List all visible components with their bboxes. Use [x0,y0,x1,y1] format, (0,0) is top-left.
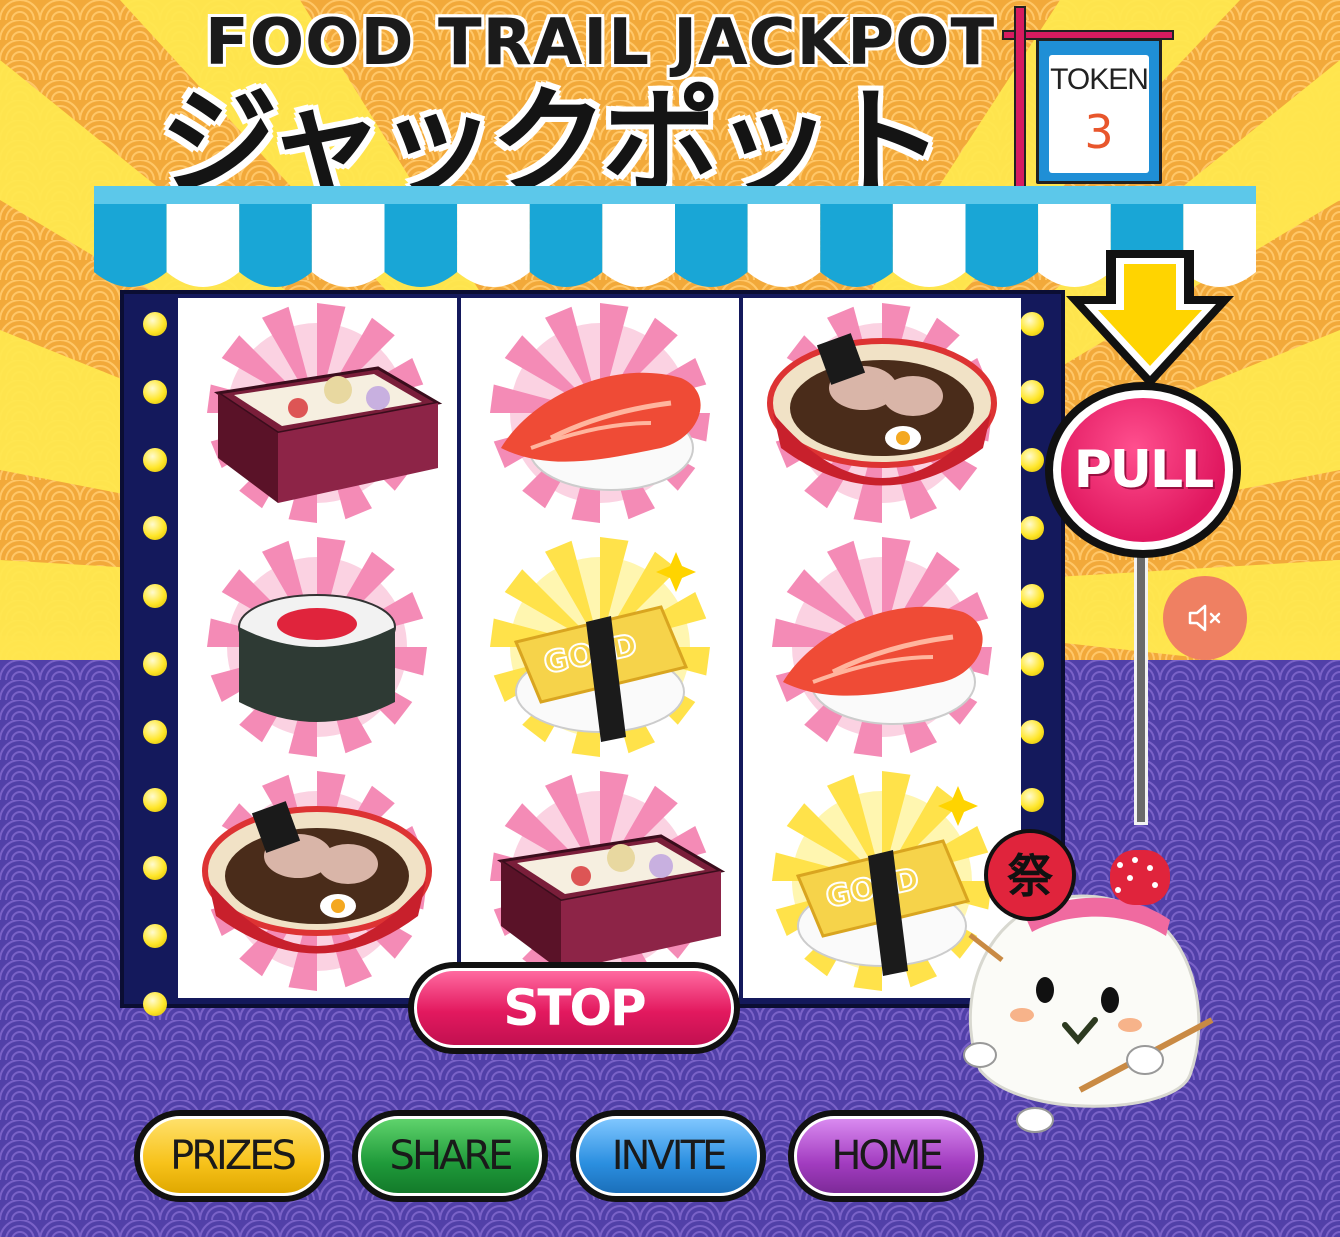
light-bulb [143,720,167,744]
token-card: TOKEN 3 [1049,55,1149,173]
salmon-nigiri-icon [461,298,739,528]
stop-label: STOP [414,968,734,1048]
light-bulb [143,992,167,1016]
light-bulbs-left [140,312,170,1016]
light-bulb [1020,788,1044,812]
token-banner: TOKEN 3 [1036,38,1162,184]
salmon-nigiri-icon [743,532,1021,762]
slot-machine: GOLD GOLD [120,290,1065,1016]
prizes-label: PRIZES [140,1116,324,1196]
reel-2: GOLD [461,298,739,998]
bento-box-icon [178,298,456,528]
fan-glyph: 祭 [1007,849,1054,903]
token-label: TOKEN [1050,63,1149,96]
prizes-button[interactable]: PRIZES [134,1110,330,1202]
token-count: 3 [1084,105,1114,159]
light-bulb [143,448,167,472]
light-bulb [1020,720,1044,744]
light-bulb [1020,312,1044,336]
gold-tamago-nigiri-icon: GOLD [461,532,739,762]
light-bulb [1020,380,1044,404]
game-title: FOOD TRAIL JACKPOT [205,6,996,80]
ramen-bowl-icon [178,766,456,996]
light-bulb [143,652,167,676]
reel-1 [178,298,456,998]
light-bulb [143,516,167,540]
ramen-bowl-icon [743,298,1021,528]
light-bulb [143,380,167,404]
share-label: SHARE [358,1116,542,1196]
sushi-roll-icon [178,532,456,762]
share-button[interactable]: SHARE [352,1110,548,1202]
light-bulb [143,584,167,608]
pull-button-ring: PULL [1053,390,1233,550]
invite-label: INVITE [576,1116,760,1196]
pull-label: PULL [1061,398,1225,542]
light-bulb [143,312,167,336]
light-bulb [143,924,167,948]
mute-button[interactable] [1163,576,1247,660]
light-bulb [1020,584,1044,608]
lever-stick [1134,540,1148,825]
stop-button[interactable]: STOP [408,962,740,1054]
light-bulb [143,788,167,812]
light-bulb [1020,448,1044,472]
token-banner-pole [1014,6,1026,191]
invite-button[interactable]: INVITE [570,1110,766,1202]
arrow-down-icon [1066,250,1234,388]
light-bulb [1020,652,1044,676]
pull-button[interactable]: PULL [1045,382,1241,558]
rice-ball-mascot: 祭 [963,829,1214,1133]
light-bulb [1020,516,1044,540]
reels-window: GOLD GOLD [178,298,1021,998]
light-bulb [143,856,167,880]
speaker-muted-icon [1188,604,1221,632]
